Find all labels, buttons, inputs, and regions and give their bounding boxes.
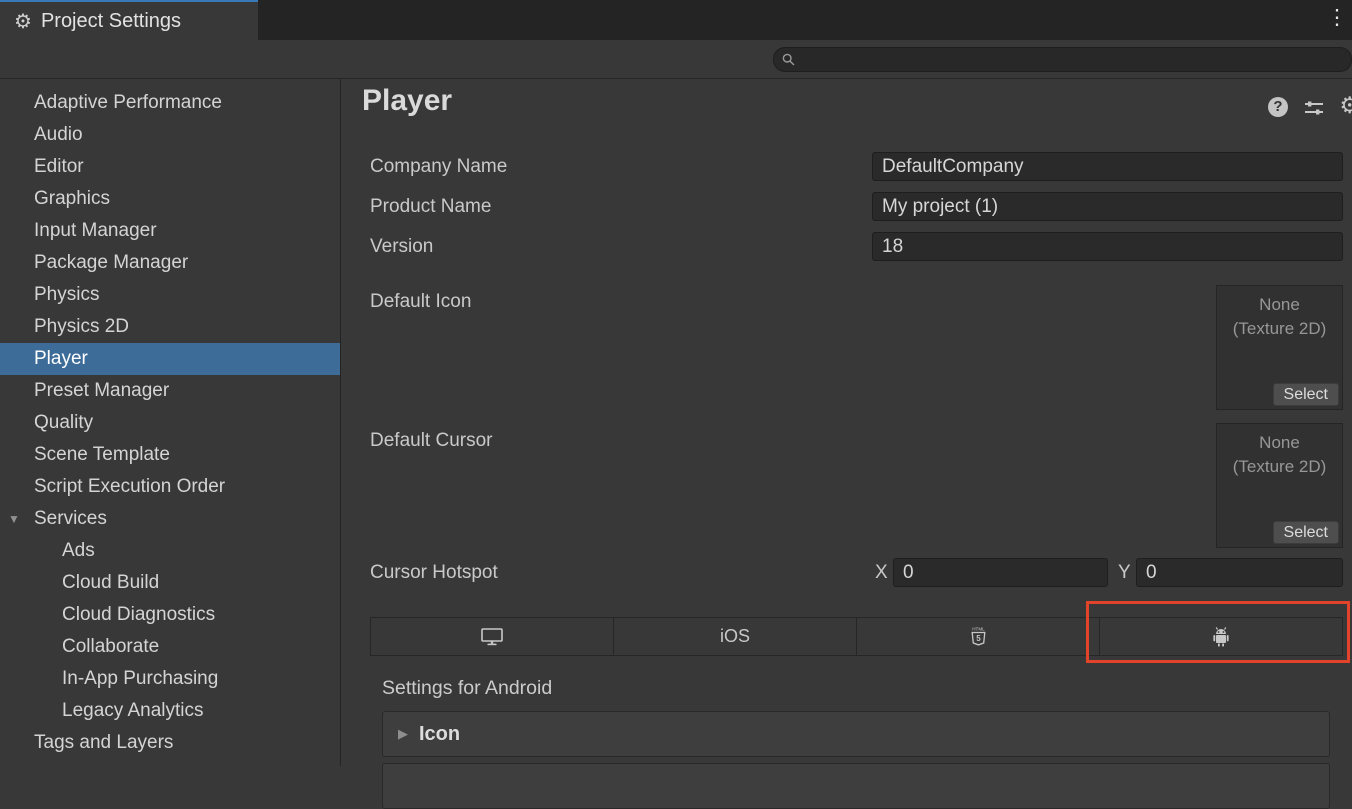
default-icon-object-field[interactable]: None (Texture 2D) Select: [1216, 285, 1343, 410]
object-type-text: (Texture 2D): [1217, 317, 1342, 341]
settings-for-platform-header: Settings for Android: [382, 677, 552, 700]
preset-sliders-icon[interactable]: [1304, 99, 1324, 122]
version-input[interactable]: [872, 232, 1343, 261]
sidebar-item-tags-and-layers[interactable]: Tags and Layers: [0, 727, 340, 759]
default-cursor-select-button[interactable]: Select: [1273, 521, 1339, 544]
html5-icon: HTML 5: [970, 626, 987, 648]
sidebar-item-script-execution-order[interactable]: Script Execution Order: [0, 471, 340, 503]
android-icon: [1210, 626, 1232, 648]
sidebar-item-graphics[interactable]: Graphics: [0, 183, 340, 215]
field-label-default-icon: Default Icon: [370, 287, 471, 316]
platform-tab-ios[interactable]: iOS: [614, 618, 857, 655]
sidebar-item-audio[interactable]: Audio: [0, 119, 340, 151]
platform-tab-webgl[interactable]: HTML 5: [857, 618, 1100, 655]
hotspot-y-input[interactable]: [1136, 558, 1343, 587]
window-tab-project-settings[interactable]: ⚙ Project Settings: [0, 0, 258, 40]
sidebar-item-label: Services: [34, 508, 107, 529]
sidebar-item-cloud-build[interactable]: Cloud Build: [0, 567, 340, 599]
product-name-input[interactable]: [872, 192, 1343, 221]
help-icon[interactable]: ?: [1268, 97, 1288, 117]
hotspot-x-label: X: [875, 558, 888, 587]
sidebar-item-package-manager[interactable]: Package Manager: [0, 247, 340, 279]
sidebar-item-input-manager[interactable]: Input Manager: [0, 215, 340, 247]
sidebar-item-label: Cloud Build: [62, 572, 159, 593]
desktop-monitor-icon: [481, 628, 503, 646]
sidebar-item-legacy-analytics[interactable]: Legacy Analytics: [0, 695, 340, 727]
foldout-expanded-icon[interactable]: ▼: [8, 503, 20, 535]
field-label-cursor-hotspot: Cursor Hotspot: [370, 558, 498, 587]
platform-tab-desktop[interactable]: [371, 618, 614, 655]
settings-category-sidebar: Adaptive Performance Audio Editor Graphics I…: [0, 79, 341, 766]
sidebar-item-label: Physics: [34, 284, 99, 305]
next-foldout-partial[interactable]: [382, 763, 1330, 809]
more-menu-icon[interactable]: ⋮: [1326, 5, 1348, 30]
sidebar-item-label: Scene Template: [34, 444, 170, 465]
field-label-version: Version: [370, 232, 433, 261]
sidebar-item-label: Preset Manager: [34, 380, 169, 401]
field-label-company-name: Company Name: [370, 152, 507, 181]
sidebar-item-label: In-App Purchasing: [62, 668, 218, 689]
sidebar-item-collaborate[interactable]: Collaborate: [0, 631, 340, 663]
window-title: Project Settings: [41, 10, 181, 33]
default-cursor-value: None (Texture 2D): [1217, 424, 1342, 479]
sidebar-item-physics[interactable]: Physics: [0, 279, 340, 311]
object-none-text: None: [1217, 431, 1342, 455]
platform-tab-android[interactable]: [1100, 618, 1342, 655]
sidebar-item-textmesh-pro[interactable]: TextMesh Pro: [0, 759, 340, 766]
default-cursor-object-field[interactable]: None (Texture 2D) Select: [1216, 423, 1343, 548]
sidebar-item-adaptive-performance[interactable]: Adaptive Performance: [0, 87, 340, 119]
object-none-text: None: [1217, 293, 1342, 317]
panel-gear-icon[interactable]: ⚙: [1339, 92, 1352, 119]
sidebar-item-physics-2d[interactable]: Physics 2D: [0, 311, 340, 343]
sidebar-item-cloud-diagnostics[interactable]: Cloud Diagnostics: [0, 599, 340, 631]
search-input[interactable]: [801, 51, 1343, 68]
titlebar: ⚙ Project Settings ⋮: [0, 0, 1352, 40]
object-type-text: (Texture 2D): [1217, 455, 1342, 479]
sidebar-item-label: Ads: [62, 540, 95, 561]
sidebar-item-services[interactable]: ▼ Services: [0, 503, 340, 535]
search-icon: [782, 53, 795, 66]
sidebar-item-label: Player: [34, 348, 88, 369]
sidebar-item-in-app-purchasing[interactable]: In-App Purchasing: [0, 663, 340, 695]
sidebar-item-label: Audio: [34, 124, 83, 145]
sidebar-item-label: Tags and Layers: [34, 732, 173, 753]
page-title: Player: [362, 84, 452, 118]
ios-tab-label: iOS: [720, 626, 750, 647]
toolbar: [0, 40, 1352, 79]
sidebar-item-label: Quality: [34, 412, 93, 433]
sidebar-item-label: Adaptive Performance: [34, 92, 222, 113]
field-label-default-cursor: Default Cursor: [370, 426, 493, 455]
sidebar-item-label: Input Manager: [34, 220, 157, 241]
sidebar-item-editor[interactable]: Editor: [0, 151, 340, 183]
platform-tab-bar: iOS HTML 5: [370, 617, 1343, 656]
sidebar-item-preset-manager[interactable]: Preset Manager: [0, 375, 340, 407]
default-icon-select-button[interactable]: Select: [1273, 383, 1339, 406]
svg-text:HTML: HTML: [972, 626, 985, 631]
default-icon-value: None (Texture 2D): [1217, 286, 1342, 341]
sidebar-item-scene-template[interactable]: Scene Template: [0, 439, 340, 471]
sidebar-item-label: Editor: [34, 156, 84, 177]
sidebar-list: Adaptive Performance Audio Editor Graphics I…: [0, 87, 340, 766]
search-box[interactable]: [773, 47, 1352, 72]
sidebar-item-quality[interactable]: Quality: [0, 407, 340, 439]
sidebar-item-ads[interactable]: Ads: [0, 535, 340, 567]
sidebar-item-player[interactable]: Player: [0, 343, 340, 375]
sidebar-item-label: Cloud Diagnostics: [62, 604, 215, 625]
svg-text:5: 5: [976, 634, 981, 643]
sidebar-item-label: Graphics: [34, 188, 110, 209]
settings-gear-icon: ⚙: [14, 9, 32, 34]
hotspot-x-input[interactable]: [893, 558, 1108, 587]
company-name-input[interactable]: [872, 152, 1343, 181]
sidebar-item-label: Script Execution Order: [34, 476, 225, 497]
icon-foldout-label: Icon: [419, 723, 460, 746]
foldout-collapsed-icon: ▶: [398, 726, 408, 742]
player-settings-panel: Player ? ⚙ Company Name Product Name Ver…: [342, 79, 1352, 766]
sidebar-item-label: Legacy Analytics: [62, 700, 204, 721]
icon-foldout[interactable]: ▶ Icon: [382, 711, 1330, 757]
hotspot-y-label: Y: [1118, 558, 1131, 587]
sidebar-item-label: Physics 2D: [34, 316, 129, 337]
sidebar-item-label: Package Manager: [34, 252, 188, 273]
field-label-product-name: Product Name: [370, 192, 491, 221]
sidebar-item-label: Collaborate: [62, 636, 159, 657]
